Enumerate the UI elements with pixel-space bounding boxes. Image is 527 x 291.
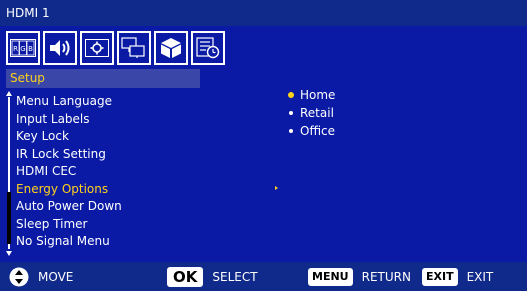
- tab-information[interactable]: [191, 31, 225, 65]
- menu-item-auto-power-down[interactable]: Auto Power Down: [16, 198, 122, 216]
- energy-options-list: Home Retail Office: [289, 86, 335, 140]
- tab-picture-label-r: R: [13, 45, 18, 53]
- return-label: RETURN: [361, 269, 411, 284]
- section-title: Setup: [10, 71, 45, 85]
- scroll-down-icon[interactable]: [6, 251, 12, 256]
- menu-list: Menu Language Input Labels Key Lock IR L…: [16, 93, 122, 251]
- exit-label: EXIT: [466, 269, 494, 284]
- bullet-icon: [289, 128, 293, 133]
- option-label: Retail: [300, 106, 334, 120]
- speaker-icon: [50, 40, 70, 56]
- tab-bar: R G B: [6, 31, 225, 65]
- option-home[interactable]: Home: [289, 86, 335, 104]
- window-title: HDMI 1: [6, 6, 50, 20]
- exit-key: EXIT: [422, 267, 458, 286]
- menu-key: MENU: [308, 267, 353, 286]
- menu-item-key-lock[interactable]: Key Lock: [16, 128, 122, 146]
- footer-exit: EXIT EXIT: [422, 262, 493, 291]
- section-header: Setup: [6, 69, 200, 88]
- cube-icon: [161, 38, 181, 58]
- menu-item-menu-language[interactable]: Menu Language: [16, 93, 122, 111]
- tab-setup[interactable]: [117, 31, 151, 65]
- move-label: MOVE: [38, 269, 74, 284]
- option-office[interactable]: Office: [289, 122, 335, 140]
- menu-item-ir-lock-setting[interactable]: IR Lock Setting: [16, 146, 122, 164]
- osd-window: HDMI 1 R G B Setup Menu Language Input L…: [0, 0, 527, 291]
- ok-key: OK: [167, 266, 204, 287]
- list-clock-icon: [196, 37, 220, 59]
- footer-return: MENU RETURN: [308, 262, 411, 291]
- select-label: SELECT: [212, 269, 258, 284]
- selected-bullet-icon: [289, 92, 293, 97]
- tab-picture[interactable]: R G B: [6, 31, 40, 65]
- footer-select: OK SELECT: [167, 262, 258, 291]
- menu-item-energy-options[interactable]: Energy Options: [16, 181, 122, 199]
- schedule-gear-icon: [85, 39, 109, 57]
- submenu-arrow-icon: [275, 186, 278, 190]
- option-retail[interactable]: Retail: [289, 104, 335, 122]
- option-label: Home: [300, 88, 336, 102]
- tab-schedule[interactable]: [80, 31, 114, 65]
- scrollbar-thumb[interactable]: [7, 192, 11, 244]
- tab-advanced[interactable]: [154, 31, 188, 65]
- menu-item-input-labels[interactable]: Input Labels: [16, 111, 122, 129]
- menu-item-hdmi-cec[interactable]: HDMI CEC: [16, 163, 122, 181]
- scroll-up-icon[interactable]: [6, 91, 12, 96]
- tab-picture-label-b: B: [28, 45, 33, 53]
- tab-audio[interactable]: [43, 31, 77, 65]
- footer-bar: MOVE OK SELECT MENU RETURN EXIT EXIT: [0, 262, 527, 291]
- picture-icon: R G B: [10, 39, 36, 57]
- menu-item-no-signal-menu[interactable]: No Signal Menu: [16, 233, 122, 251]
- footer-move: MOVE: [9, 262, 73, 291]
- title-bar: HDMI 1: [0, 0, 527, 26]
- setup-monitor-icon: [121, 37, 145, 58]
- menu-item-sleep-timer[interactable]: Sleep Timer: [16, 216, 122, 234]
- tab-picture-label-g: G: [20, 45, 25, 53]
- bullet-icon: [289, 110, 293, 115]
- option-label: Office: [300, 124, 336, 138]
- navigation-pad-icon: [9, 267, 29, 286]
